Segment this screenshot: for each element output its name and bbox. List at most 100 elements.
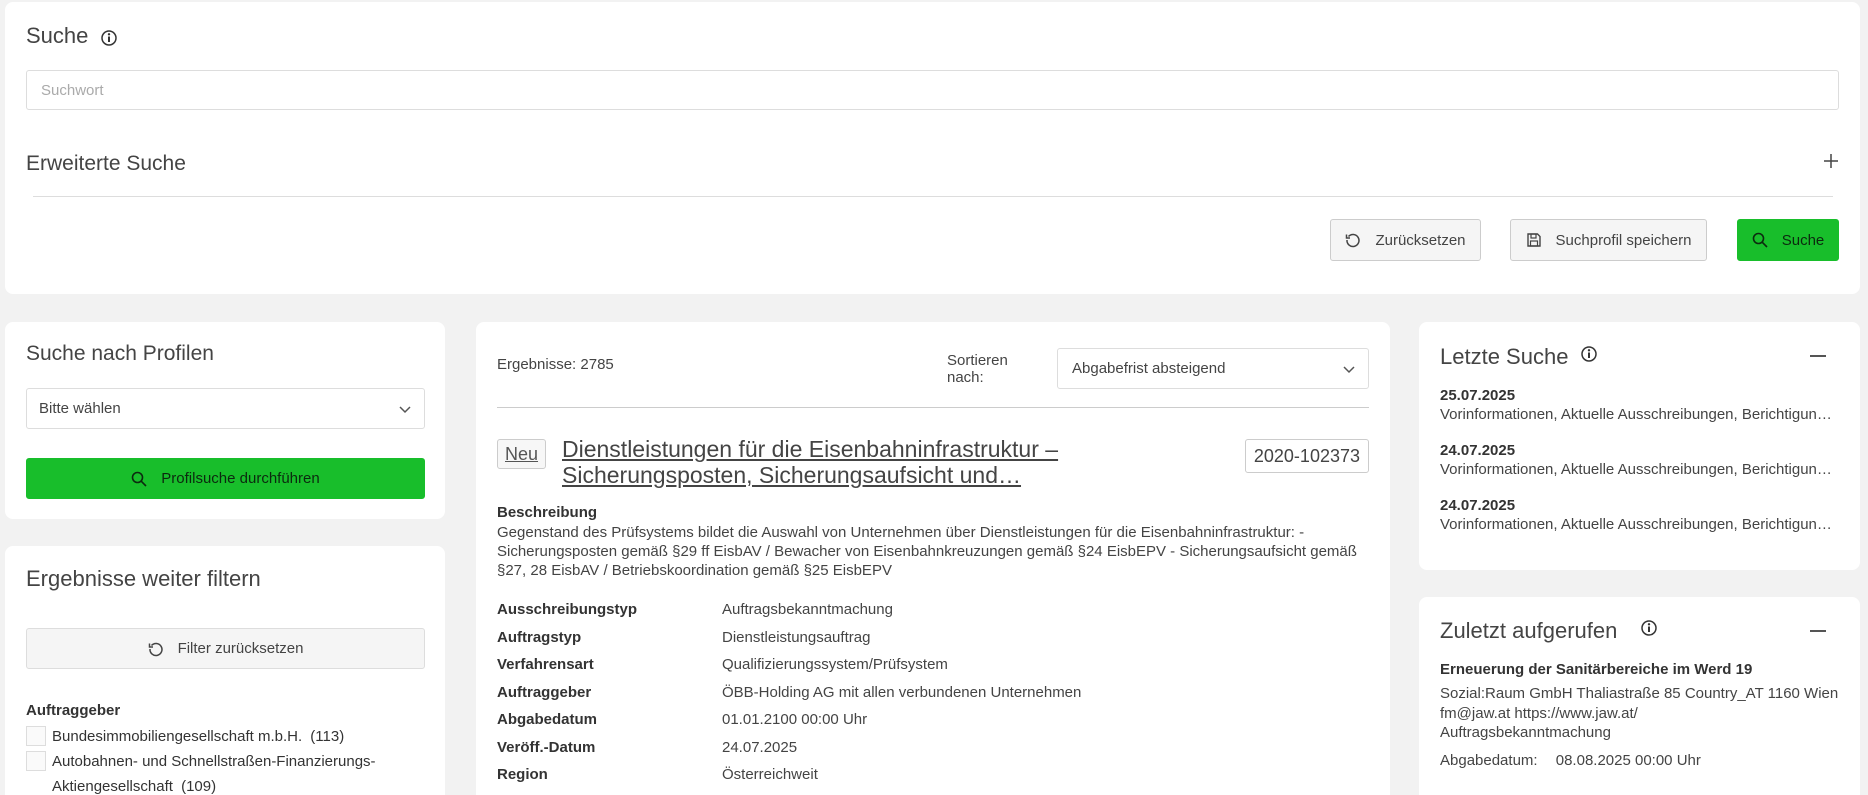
detail-value: Dienstleistungsauftrag	[722, 628, 871, 646]
chevron-down-icon	[399, 405, 411, 413]
sort-select-value: Abgabefrist absteigend	[1072, 360, 1226, 377]
recent-searches-panel: Letzte Suche 25.07.2025 Vorinformationen…	[1419, 322, 1860, 570]
filter-option[interactable]: Autobahnen- und Schnellstraßen-Finanzier…	[26, 749, 376, 795]
recent-search-date: 25.07.2025	[1440, 387, 1516, 404]
info-icon[interactable]	[101, 30, 117, 46]
reset-filters-button[interactable]: Filter zurücksetzen	[26, 628, 425, 669]
reset-filters-label: Filter zurücksetzen	[177, 640, 304, 657]
run-profile-search-label: Profilsuche durchführen	[161, 470, 320, 487]
recently-viewed-line3: Auftragsbekanntmachung	[1440, 724, 1611, 741]
detail-key: Abgabedatum	[497, 711, 598, 729]
profile-select-value: Bitte wählen	[39, 400, 121, 417]
detail-key: Region	[497, 766, 548, 784]
reset-icon	[148, 642, 163, 656]
recently-viewed-body: Sozial:Raum GmbH Thaliastraße 85 Country…	[1440, 684, 1840, 743]
minus-icon[interactable]	[1810, 355, 1826, 357]
detail-value: Österreichweit	[722, 766, 818, 784]
recent-search-item[interactable]: 25.07.2025 Vorinformationen, Aktuelle Au…	[1440, 386, 1840, 424]
detail-row: Ausschreibungstyp Auftragsbekanntmachung	[497, 596, 1369, 624]
date-value: 08.08.2025 00:00 Uhr	[1555, 752, 1701, 769]
result-id: 2020-102373	[1244, 439, 1369, 473]
reset-button[interactable]: Zurücksetzen	[1330, 219, 1481, 261]
recent-search-date: 24.07.2025	[1440, 442, 1516, 459]
sort-label-line2: nach:	[947, 369, 984, 386]
checkbox[interactable]	[26, 726, 46, 746]
search-panel: Suche Erweiterte Suche Zurücksetzen Such…	[5, 2, 1860, 294]
filter-option-label-cont: Aktiengesellschaft	[52, 778, 173, 795]
divider	[33, 196, 1833, 197]
new-badge-label: Neu	[505, 443, 539, 464]
recent-search-date: 24.07.2025	[1440, 497, 1516, 514]
sort-label: Sortieren nach:	[947, 352, 1008, 386]
divider	[497, 407, 1369, 408]
recent-search-text: Vorinformationen, Aktuelle Ausschreibung…	[1440, 461, 1840, 478]
result-title-line1: Dienstleistungen für die Eisenbahninfras…	[562, 436, 1059, 462]
recently-viewed-line2: fm@jaw.at https://www.jaw.at/	[1440, 704, 1638, 722]
result-title-link[interactable]: Dienstleistungen für die Eisenbahninfras…	[562, 436, 1082, 488]
results-count: Ergebnisse: 2785	[497, 356, 614, 373]
recent-search-item[interactable]: 24.07.2025 Vorinformationen, Aktuelle Au…	[1440, 441, 1840, 479]
save-profile-label: Suchprofil speichern	[1555, 231, 1692, 249]
description-label: Beschreibung	[497, 504, 598, 521]
description-text: Gegenstand des Prüfsystems bildet die Au…	[497, 524, 1357, 579]
chevron-down-icon	[1343, 365, 1355, 373]
recently-viewed-panel: Zuletzt aufgerufen Erneuerung der Sanitä…	[1419, 597, 1860, 795]
checkbox[interactable]	[26, 751, 46, 771]
result-title-line2: Sicherungsposten, Sicherungsaufsicht und…	[562, 462, 1022, 488]
filter-option-count: (109)	[181, 778, 217, 795]
results-panel: Ergebnisse: 2785 Sortieren nach: Abgabef…	[476, 322, 1390, 795]
filter-option[interactable]: Bundesimmobiliengesellschaft m.b.H. (113…	[26, 724, 344, 749]
filter-panel: Ergebnisse weiter filtern Filter zurücks…	[5, 546, 445, 795]
recently-viewed-line1: Sozial:Raum GmbH Thaliastraße 85 Country…	[1440, 685, 1839, 702]
recent-search-item[interactable]: 24.07.2025 Vorinformationen, Aktuelle Au…	[1440, 496, 1840, 534]
recent-searches-title: Letzte Suche	[1440, 344, 1569, 369]
info-icon[interactable]	[1581, 346, 1597, 362]
save-icon	[1526, 233, 1541, 247]
filter-title: Ergebnisse weiter filtern	[26, 566, 261, 591]
search-button[interactable]: Suche	[1737, 219, 1839, 261]
recent-search-text: Vorinformationen, Aktuelle Ausschreibung…	[1440, 406, 1840, 423]
filter-option-count: (113)	[310, 728, 345, 745]
date-label: Abgabedatum:	[1440, 752, 1538, 769]
search-button-label: Suche	[1781, 231, 1825, 249]
sort-label-line1: Sortieren	[947, 352, 1008, 369]
recently-viewed-item-title[interactable]: Erneuerung der Sanitärbereiche im Werd 1…	[1440, 661, 1752, 678]
search-input[interactable]	[26, 70, 1839, 110]
detail-value: 01.01.2100 00:00 Uhr	[722, 711, 868, 729]
reset-button-label: Zurücksetzen	[1375, 231, 1466, 249]
run-profile-search-button[interactable]: Profilsuche durchführen	[26, 458, 425, 499]
filter-option-label: Bundesimmobiliengesellschaft m.b.H.	[52, 728, 303, 745]
detail-row: Auftraggeber ÖBB-Holding AG mit allen ver…	[497, 679, 1369, 707]
detail-row: Auftragstyp Dienstleistungsauftrag	[497, 624, 1369, 652]
search-icon	[1752, 232, 1768, 248]
detail-key: Verfahrensart	[497, 656, 594, 674]
detail-value: Qualifizierungssystem/Prüfsystem	[722, 656, 948, 674]
profile-search-panel: Suche nach Profilen Bitte wählen Profils…	[5, 322, 445, 519]
reset-icon	[1346, 233, 1361, 248]
search-title: Suche	[26, 23, 89, 48]
filter-group-label: Auftraggeber	[26, 702, 121, 719]
detail-row: Verfahrensart Qualifizierungssystem/Prüfs…	[497, 651, 1369, 679]
save-search-profile-button[interactable]: Suchprofil speichern	[1510, 219, 1707, 261]
recently-viewed-date: Abgabedatum: 08.08.2025 00:00 Uhr	[1440, 752, 1701, 769]
detail-key: Auftraggeber	[497, 683, 592, 701]
sort-select[interactable]: Abgabefrist absteigend	[1057, 348, 1369, 389]
detail-key: Ausschreibungstyp	[497, 601, 638, 619]
minus-icon[interactable]	[1810, 630, 1826, 632]
detail-value: Auftragsbekanntmachung	[722, 601, 893, 619]
plus-icon[interactable]	[1823, 153, 1839, 169]
detail-row: Region Österreichweit	[497, 761, 1369, 789]
recent-search-text: Vorinformationen, Aktuelle Ausschreibung…	[1440, 516, 1840, 533]
new-badge: Neu	[497, 439, 547, 469]
profile-select[interactable]: Bitte wählen	[26, 388, 425, 429]
search-icon	[131, 471, 147, 487]
detail-key: Auftragstyp	[497, 628, 582, 646]
details-list: Ausschreibungstyp Auftragsbekanntmachung …	[497, 596, 1369, 789]
recently-viewed-title: Zuletzt aufgerufen	[1440, 618, 1618, 643]
advanced-search-toggle[interactable]: Erweiterte Suche	[26, 152, 186, 176]
info-icon[interactable]	[1641, 620, 1657, 636]
detail-value: ÖBB-Holding AG mit allen verbundenen Unt…	[722, 683, 1082, 701]
detail-value: 24.07.2025	[722, 738, 798, 756]
profile-search-title: Suche nach Profilen	[26, 342, 214, 365]
detail-key: Veröff.-Datum	[497, 738, 596, 756]
